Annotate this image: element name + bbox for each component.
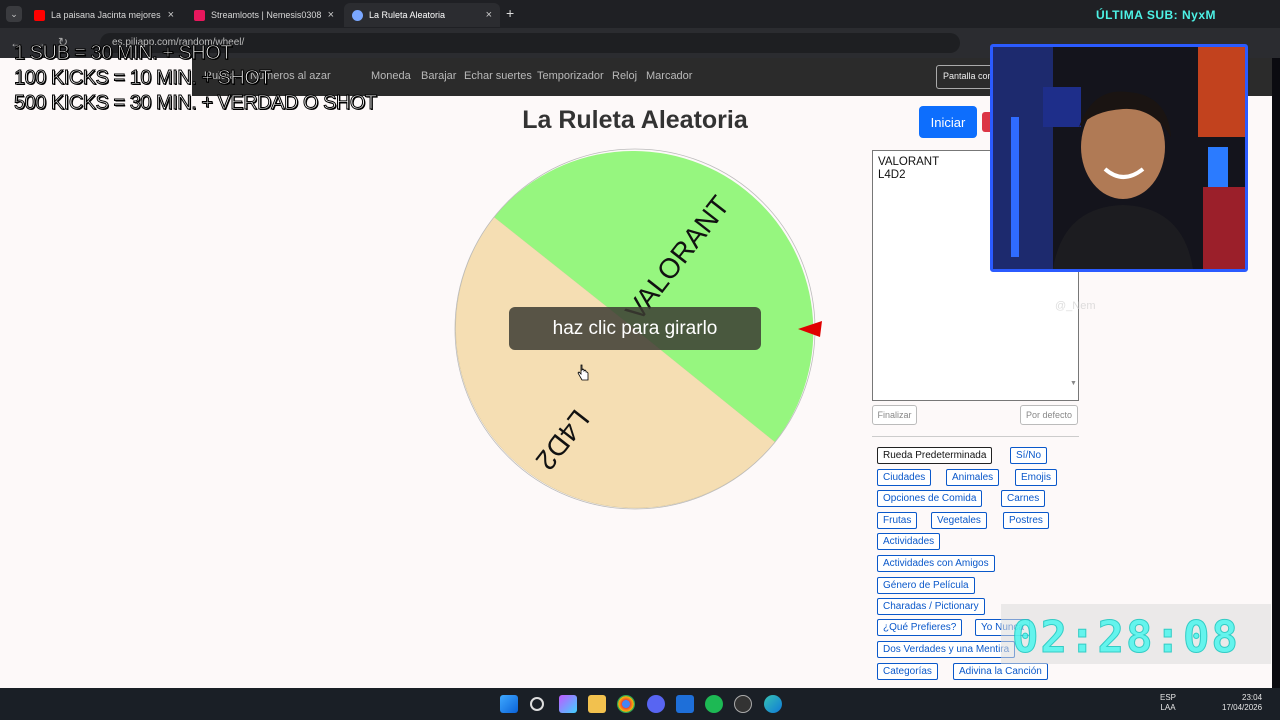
nav-moneda[interactable]: Moneda — [371, 70, 411, 82]
nav-temporizador[interactable]: Temporizador — [537, 70, 604, 82]
faded-overlay-text: @_Nem — [1055, 300, 1096, 312]
preset-dos-verdades[interactable]: Dos Verdades y una Mentira — [877, 641, 1016, 658]
preset-comida[interactable]: Opciones de Comida — [877, 490, 983, 507]
piliapp-icon — [352, 9, 363, 21]
preset-vegetales[interactable]: Vegetales — [931, 512, 987, 529]
preset-rueda-predeterminada[interactable]: Rueda Predeterminada — [877, 447, 993, 464]
divider — [872, 436, 1079, 437]
preset-que-prefieres[interactable]: ¿Qué Prefieres? — [877, 619, 963, 636]
preset-categorias[interactable]: Categorías — [877, 663, 938, 680]
language-code: ESP — [1160, 693, 1177, 702]
resize-icon[interactable]: ▼ — [1070, 380, 1077, 387]
start-button[interactable]: Iniciar — [919, 106, 977, 138]
system-clock[interactable]: 23:04 17/04/2026 — [1222, 693, 1262, 713]
tab-search-icon[interactable]: ⌄ — [6, 6, 22, 22]
streamloots-icon — [194, 9, 205, 21]
nav-reloj[interactable]: Reloj — [612, 70, 637, 82]
page-title: La Ruleta Aleatoria — [522, 106, 748, 134]
clock-time: 23:04 — [1242, 693, 1263, 702]
preset-ciudades[interactable]: Ciudades — [877, 469, 932, 486]
spin-hint[interactable]: haz clic para girarlo — [509, 307, 761, 350]
preset-frutas[interactable]: Frutas — [877, 512, 918, 529]
chrome-icon[interactable] — [617, 695, 635, 713]
preset-charadas[interactable]: Charadas / Pictionary — [877, 598, 985, 615]
close-icon[interactable]: × — [486, 9, 492, 21]
copilot-icon[interactable] — [559, 695, 577, 713]
spotify-icon[interactable] — [705, 695, 723, 713]
preset-carnes[interactable]: Carnes — [1001, 490, 1046, 507]
new-tab-button[interactable]: + — [506, 5, 514, 21]
nav-echar-suertes[interactable]: Echar suertes — [464, 70, 532, 82]
tab-streamloots[interactable]: Streamloots | Nemesis0308 | Ap × — [186, 3, 342, 27]
preset-genero-pelicula[interactable]: Género de Película — [877, 577, 975, 594]
youtube-icon — [34, 9, 45, 21]
search-icon[interactable] — [530, 697, 544, 711]
last-sub-banner: ÚLTIMA SUB: NyxM — [1096, 8, 1216, 22]
language-indicator[interactable]: ESP LAA — [1160, 693, 1176, 713]
stream-goals-overlay: 1 SUB = 30 MIN. + SHOT 100 KICKS = 10 MI… — [14, 41, 378, 116]
close-icon[interactable]: × — [328, 9, 334, 21]
finish-button[interactable]: Finalizar — [872, 405, 917, 425]
preset-si-no[interactable]: Sí/No — [1010, 447, 1048, 464]
tab-youtube[interactable]: La paisana Jacinta mejores mor × — [26, 3, 182, 27]
preset-actividades-amigos[interactable]: Actividades con Amigos — [877, 555, 995, 572]
preset-emojis[interactable]: Emojis — [1015, 469, 1058, 486]
browser-tab-bar: ⌄ La paisana Jacinta mejores mor × Strea… — [0, 0, 1280, 28]
hand-cursor-icon — [577, 364, 589, 381]
subathon-timer: 02:28:08 — [1012, 612, 1240, 664]
goal-line: 1 SUB = 30 MIN. + SHOT — [14, 42, 233, 65]
close-icon[interactable]: × — [168, 9, 174, 21]
windows-start-icon[interactable] — [500, 695, 518, 713]
tab-ruleta[interactable]: La Ruleta Aleatoria × — [344, 3, 500, 27]
github-icon[interactable] — [734, 695, 752, 713]
preset-postres[interactable]: Postres — [1003, 512, 1049, 529]
preset-adivina-cancion[interactable]: Adivina la Canción — [953, 663, 1048, 680]
edge-icon[interactable] — [764, 695, 782, 713]
preset-animales[interactable]: Animales — [946, 469, 1000, 486]
nav-marcador[interactable]: Marcador — [646, 70, 692, 82]
windows-taskbar — [0, 688, 1280, 720]
webcam-overlay — [990, 44, 1248, 272]
streamer-webcam-image — [993, 47, 1245, 269]
mail-icon[interactable] — [676, 695, 694, 713]
clock-date: 17/04/2026 — [1222, 703, 1263, 712]
default-button[interactable]: Por defecto — [1020, 405, 1078, 425]
keyboard-layout: LAA — [1160, 703, 1176, 712]
file-explorer-icon[interactable] — [588, 695, 606, 713]
discord-icon[interactable] — [647, 695, 665, 713]
nav-barajar[interactable]: Barajar — [421, 70, 456, 82]
goal-line: 500 KICKS = 30 MIN. + VERDAD O SHOT — [14, 92, 378, 115]
preset-actividades[interactable]: Actividades — [877, 533, 941, 550]
goal-line: 100 KICKS = 10 MIN. + SHOT — [14, 67, 273, 90]
